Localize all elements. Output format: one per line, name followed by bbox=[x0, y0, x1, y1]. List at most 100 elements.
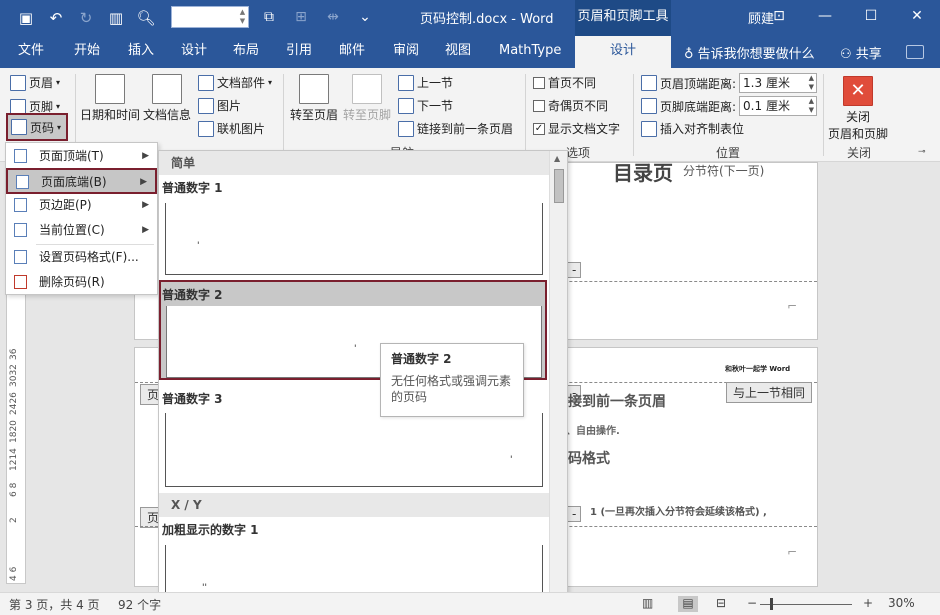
prev-section-button[interactable]: 上一节 bbox=[398, 74, 453, 91]
tab-review[interactable]: 审阅 bbox=[393, 36, 419, 68]
ruler-mark: 4 6 bbox=[9, 566, 19, 581]
tab-home[interactable]: 开始 bbox=[74, 36, 100, 68]
online-picture-button[interactable]: 联机图片 bbox=[198, 120, 265, 137]
scroll-thumb[interactable] bbox=[554, 169, 564, 203]
header-distance-input[interactable]: 1.3 厘米 ▲ ▼ bbox=[739, 73, 818, 93]
page-number-button[interactable]: 页码 ▾ bbox=[6, 113, 68, 141]
close-header-footer-button[interactable]: ✕ 关闭 页眉和页脚 bbox=[828, 76, 888, 142]
gallery-section-header: X / Y bbox=[159, 493, 549, 517]
web-layout-icon[interactable]: ⊟ bbox=[716, 596, 726, 610]
print-preview-icon[interactable]: 🔍︎ bbox=[134, 6, 158, 30]
separator bbox=[633, 74, 634, 156]
comment-icon[interactable] bbox=[906, 45, 924, 59]
link-prev-button[interactable]: 链接到前一条页眉 bbox=[398, 120, 513, 137]
tab-insert[interactable]: 插入 bbox=[128, 36, 154, 68]
diff-odd-even-checkbox[interactable]: 奇偶页不同 bbox=[533, 97, 608, 114]
tooltip-description: 无任何格式或强调元素的页码 bbox=[391, 374, 512, 404]
read-mode-icon[interactable]: ▥ bbox=[642, 596, 653, 610]
print-layout-icon[interactable]: ▤ bbox=[678, 596, 698, 612]
scroll-up-icon[interactable]: ▲ bbox=[554, 154, 560, 163]
menu-item-current-position[interactable]: 当前位置(C) ▶ bbox=[6, 218, 157, 242]
page-count[interactable]: 第 3 页，共 4 页 bbox=[9, 596, 100, 613]
status-bar: 第 3 页，共 4 页 92 个字 ▥ ▤ ⊟ − + 30% bbox=[0, 592, 940, 615]
collapse-ribbon-icon[interactable]: ⊸ bbox=[918, 147, 926, 157]
minimize-icon[interactable]: — bbox=[802, 0, 848, 32]
next-section-icon bbox=[398, 97, 414, 114]
share-label: 共享 bbox=[855, 47, 882, 62]
zoom-slider-track[interactable] bbox=[760, 604, 852, 605]
ribbon-display-icon[interactable]: ⊡ bbox=[756, 0, 802, 32]
page-number-icon bbox=[11, 119, 27, 135]
doc-info-button[interactable]: 文档信息 bbox=[143, 74, 191, 123]
options-group-label: 选项 bbox=[566, 146, 591, 160]
goto-footer-button[interactable]: 转至页脚 bbox=[343, 74, 391, 123]
save-icon[interactable]: ▣ bbox=[14, 6, 38, 30]
insert-align-tab-button[interactable]: 插入对齐制表位 bbox=[641, 120, 744, 137]
close-header-footer-label: 关闭 页眉和页脚 bbox=[828, 110, 889, 141]
customize-qat-icon[interactable]: ⌄ bbox=[354, 6, 376, 28]
goto-header-icon bbox=[299, 74, 329, 104]
picture-button[interactable]: 图片 bbox=[198, 97, 241, 114]
gallery-scrollbar[interactable]: ▲ ▼ bbox=[549, 151, 567, 614]
doc-parts-button[interactable]: 文档部件 ▾ bbox=[198, 74, 272, 91]
undo-icon[interactable]: ↶ bbox=[44, 6, 68, 30]
footer-dropdown-icon[interactable]: - bbox=[567, 262, 582, 278]
gallery-item-plain-number-3[interactable]: ' bbox=[165, 413, 543, 487]
tab-view[interactable]: 视图 bbox=[445, 36, 471, 68]
zoom-in-icon[interactable]: + bbox=[863, 596, 873, 610]
tab-mailings[interactable]: 邮件 bbox=[339, 36, 365, 68]
tab-header-footer-design[interactable]: 设计 bbox=[575, 36, 671, 68]
goto-header-button[interactable]: 转至页眉 bbox=[290, 74, 338, 123]
checkbox-icon bbox=[533, 99, 545, 112]
next-section-button[interactable]: 下一节 bbox=[398, 97, 453, 114]
page-number-mark: ' bbox=[510, 455, 513, 465]
redo-icon[interactable]: ↻ bbox=[74, 6, 98, 30]
zoom-out-icon[interactable]: − bbox=[747, 596, 757, 610]
maximize-icon[interactable]: ☐ bbox=[848, 0, 894, 32]
view-icon[interactable]: ⧉ bbox=[258, 6, 280, 28]
page-number-menu: 页面顶端(T) ▶ 页面底端(B) ▶ 页边距(P) ▶ 当前位置(C) ▶ 设置页码格… bbox=[5, 142, 158, 295]
tab-file[interactable]: 文件 bbox=[18, 36, 44, 68]
footer-distance-icon bbox=[641, 98, 657, 114]
menu-item-page-margins[interactable]: 页边距(P) ▶ bbox=[6, 193, 157, 217]
table-icon[interactable]: ⊞ bbox=[290, 6, 312, 28]
spin-icon[interactable]: ▲ ▼ bbox=[809, 97, 814, 115]
tab-mathtype[interactable]: MathType bbox=[499, 36, 561, 68]
ruler-mark: 1214 bbox=[9, 448, 19, 471]
menu-item-page-bottom[interactable]: 页面底端(B) ▶ bbox=[6, 168, 157, 194]
separator bbox=[283, 74, 284, 156]
tab-references[interactable]: 引用 bbox=[286, 36, 312, 68]
tell-me-box[interactable]: ♁ 告诉我你想要做什么 bbox=[684, 43, 815, 62]
menu-item-remove-page-numbers[interactable]: 删除页码(R) bbox=[6, 270, 157, 294]
columns-icon[interactable]: ▥ bbox=[104, 6, 128, 30]
date-time-button[interactable]: 日期和时间 bbox=[80, 74, 140, 123]
share-button[interactable]: ⚇ 共享 bbox=[840, 43, 882, 62]
spin-icon[interactable]: ▲ ▼ bbox=[809, 74, 814, 92]
show-doc-text-checkbox[interactable]: ✓ 显示文档文字 bbox=[533, 120, 620, 137]
zoom-level[interactable]: 30% bbox=[888, 596, 915, 610]
position-group-label: 位置 bbox=[716, 146, 741, 160]
tab-design[interactable]: 设计 bbox=[181, 36, 207, 68]
footer-dropdown-icon[interactable]: - bbox=[567, 506, 582, 522]
tooltip-title: 普通数字 2 bbox=[391, 352, 452, 366]
diff-first-checkbox[interactable]: 首页不同 bbox=[533, 74, 596, 91]
word-count[interactable]: 92 个字 bbox=[118, 596, 161, 613]
font-size-spin-icon[interactable]: ▲ ▼ bbox=[238, 8, 247, 26]
tab-layout[interactable]: 布局 bbox=[233, 36, 259, 68]
goto-footer-icon bbox=[352, 74, 382, 104]
menu-item-format-page-numbers[interactable]: 设置页码格式(F)... bbox=[6, 245, 157, 269]
font-size-box[interactable]: ▲ ▼ bbox=[171, 6, 249, 28]
footer-distance-input[interactable]: 0.1 厘米 ▲ ▼ bbox=[739, 96, 818, 116]
layout-icon[interactable]: ⇹ bbox=[322, 6, 344, 28]
person-icon: ⚇ bbox=[840, 47, 856, 62]
section-break: 分节符(下一页) bbox=[683, 164, 765, 178]
menu-item-page-top[interactable]: 页面顶端(T) ▶ bbox=[6, 144, 157, 168]
gallery-item-plain-number-1[interactable]: ' bbox=[165, 203, 543, 275]
show-doc-text-label: 显示文档文字 bbox=[548, 122, 621, 136]
prev-section-label: 上一节 bbox=[417, 76, 454, 90]
header-button[interactable]: 页眉 ▾ bbox=[10, 74, 60, 91]
calendar-icon bbox=[95, 74, 125, 104]
link-prev-label: 链接到前一条页眉 bbox=[417, 122, 514, 136]
close-icon[interactable]: ✕ bbox=[894, 0, 940, 32]
zoom-slider-thumb[interactable] bbox=[770, 598, 773, 610]
